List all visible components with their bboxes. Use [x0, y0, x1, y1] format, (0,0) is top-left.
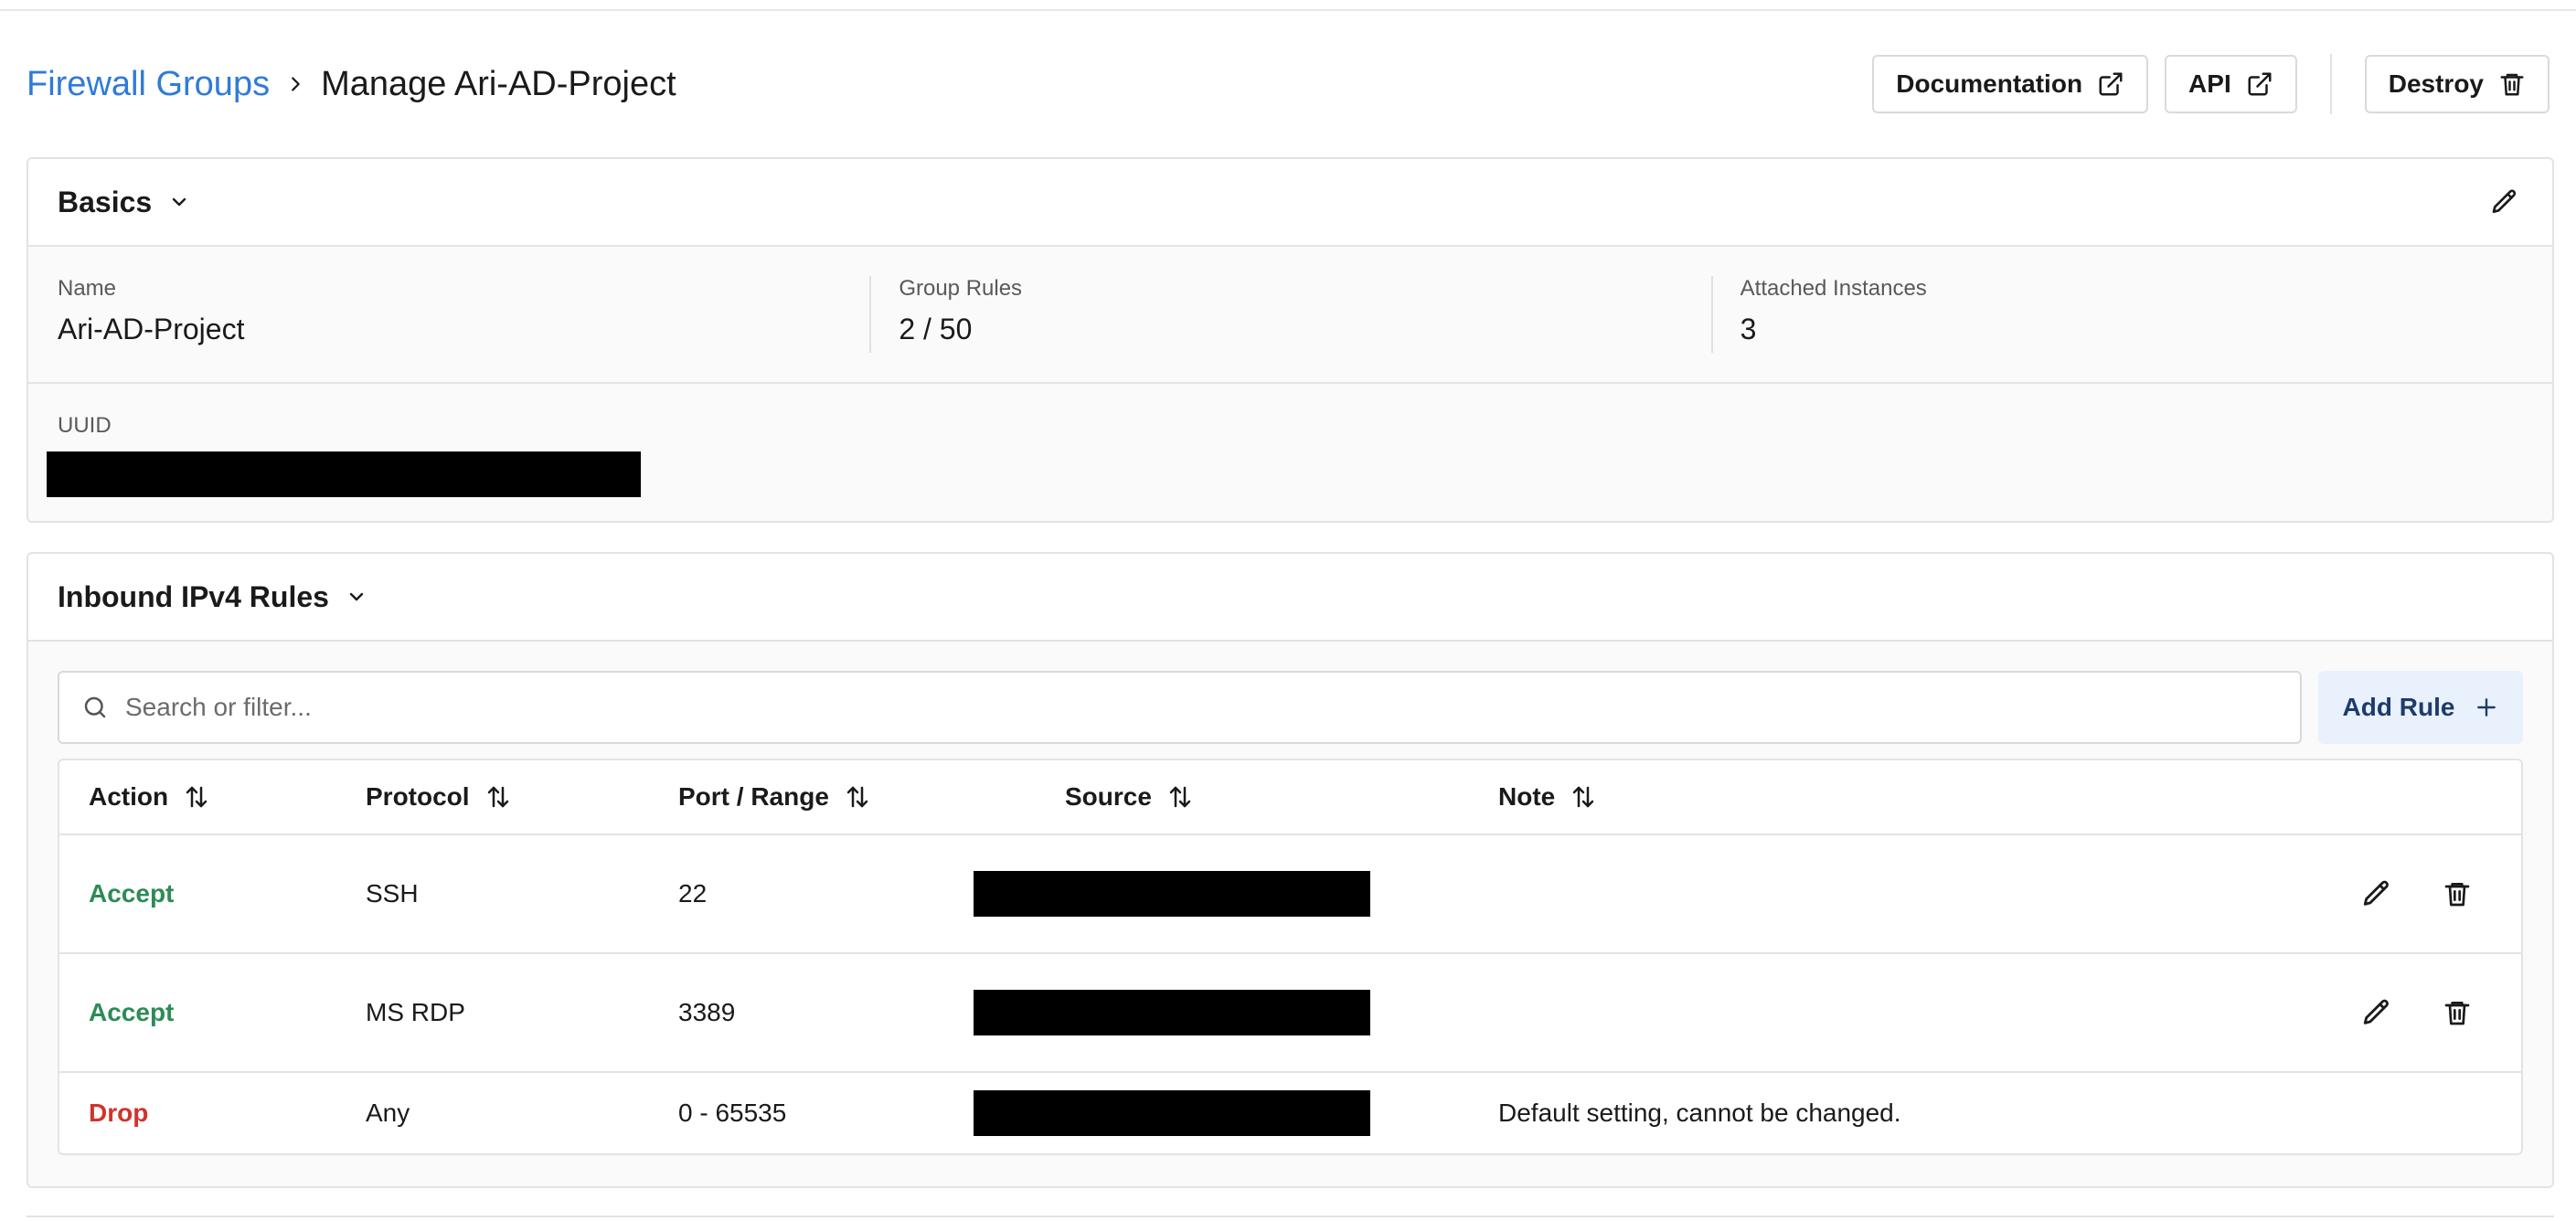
chevron-down-icon — [168, 191, 190, 213]
edit-rule-button[interactable] — [2358, 994, 2395, 1031]
chevron-right-icon — [282, 71, 308, 97]
pencil-icon — [2361, 878, 2392, 909]
api-button[interactable]: API — [2165, 55, 2297, 113]
rule-note: Default setting, cannot be changed. — [1498, 1099, 1901, 1127]
trash-icon — [2443, 998, 2472, 1027]
trash-icon — [2443, 879, 2472, 908]
inbound-rules-body: Add Rule Action Protocol Port / Range — [28, 642, 2552, 1186]
rule-port: 22 — [678, 879, 708, 908]
destroy-button-label: Destroy — [2388, 69, 2484, 98]
basics-toggle[interactable]: Basics — [58, 186, 190, 219]
column-header-action[interactable]: Action — [89, 782, 210, 812]
trash-icon — [2498, 70, 2526, 98]
sort-arrows-icon — [183, 783, 210, 811]
header-actions-divider — [2329, 54, 2332, 114]
sort-arrows-icon — [844, 783, 871, 811]
rule-action: Drop — [89, 1099, 149, 1127]
field-attached-instances: Attached Instances 3 — [1710, 247, 2552, 382]
inbound-rules-title: Inbound IPv4 Rules — [58, 579, 329, 613]
column-header-label: Action — [89, 782, 169, 811]
edit-rule-button[interactable] — [2358, 876, 2395, 912]
header-actions: Documentation API Destroy — [1872, 54, 2549, 114]
api-button-label: API — [2188, 69, 2231, 98]
rule-source-redacted — [974, 1090, 1370, 1136]
rule-source-redacted — [974, 990, 1370, 1035]
documentation-button-label: Documentation — [1896, 69, 2083, 98]
field-label: Name — [58, 276, 117, 301]
field-label: UUID — [58, 413, 112, 438]
table-row: Accept SSH 22 — [59, 835, 2521, 954]
rule-action: Accept — [89, 998, 175, 1026]
column-header-label: Source — [1065, 782, 1152, 811]
sort-arrows-icon — [1570, 783, 1597, 811]
inbound-rules-toggle[interactable]: Inbound IPv4 Rules — [58, 580, 367, 614]
field-label: Attached Instances — [1740, 276, 1927, 301]
plus-icon — [2475, 695, 2498, 719]
table-header: Action Protocol Port / Range Source Note — [59, 760, 2521, 835]
page-title: Manage Ari-AD-Project — [321, 64, 676, 103]
field-group-rules: Group Rules 2 / 50 — [869, 247, 1710, 382]
field-uuid: UUID — [28, 384, 2552, 521]
column-header-port-range[interactable]: Port / Range — [678, 782, 871, 812]
add-rule-button[interactable]: Add Rule — [2318, 671, 2523, 744]
pencil-icon — [2361, 997, 2392, 1028]
pencil-icon — [2490, 187, 2519, 217]
column-header-protocol[interactable]: Protocol — [366, 782, 512, 812]
rule-action: Accept — [89, 879, 175, 908]
search-input[interactable] — [125, 693, 2278, 722]
rule-port: 0 - 65535 — [678, 1099, 787, 1127]
uuid-redacted — [47, 451, 641, 497]
field-value: 3 — [1740, 313, 1757, 345]
sort-arrows-icon — [1166, 783, 1194, 811]
rule-port: 3389 — [678, 998, 736, 1026]
rule-protocol: Any — [366, 1099, 410, 1127]
delete-rule-button[interactable] — [2439, 876, 2475, 912]
chevron-down-icon — [346, 586, 367, 608]
external-link-icon — [2097, 70, 2124, 98]
add-rule-label: Add Rule — [2342, 693, 2455, 721]
field-name: Name Ari-AD-Project — [28, 247, 869, 382]
inbound-rules-header: Inbound IPv4 Rules — [28, 554, 2552, 642]
breadcrumb-firewall-groups-link[interactable]: Firewall Groups — [27, 65, 270, 104]
table-row: Accept MS RDP 3389 — [59, 954, 2521, 1073]
basics-title: Basics — [58, 185, 153, 218]
rule-source-redacted — [974, 871, 1370, 917]
documentation-button[interactable]: Documentation — [1872, 55, 2149, 113]
table-row: Drop Any 0 - 65535 Default setting, cann… — [59, 1073, 2521, 1153]
row-actions — [2358, 876, 2475, 912]
column-header-note[interactable]: Note — [1498, 782, 1597, 812]
delete-rule-button[interactable] — [2439, 994, 2475, 1031]
basics-card-header: Basics — [28, 159, 2552, 247]
search-row: Add Rule — [58, 671, 2523, 744]
page-header: Firewall Groups Manage Ari-AD-Project Do… — [27, 51, 2549, 117]
inbound-rules-card: Inbound IPv4 Rules Add Rule — [27, 552, 2554, 1188]
column-header-label: Note — [1498, 782, 1556, 811]
edit-basics-button[interactable] — [2486, 184, 2523, 220]
column-header-label: Port / Range — [678, 782, 829, 811]
field-value: 2 / 50 — [899, 313, 973, 345]
rules-table: Action Protocol Port / Range Source Note — [58, 759, 2523, 1155]
destroy-button[interactable]: Destroy — [2364, 55, 2549, 113]
basics-fields: Name Ari-AD-Project Group Rules 2 / 50 A… — [28, 247, 2552, 384]
field-value: Ari-AD-Project — [58, 313, 245, 345]
external-link-icon — [2246, 70, 2273, 98]
rule-protocol: SSH — [366, 879, 419, 908]
field-label: Group Rules — [899, 276, 1023, 301]
sort-arrows-icon — [484, 783, 512, 811]
breadcrumb: Firewall Groups Manage Ari-AD-Project — [27, 65, 676, 104]
next-card-edge — [27, 1216, 2554, 1221]
search-icon — [81, 694, 109, 721]
top-divider — [0, 9, 2576, 11]
column-header-label: Protocol — [366, 782, 470, 811]
column-header-source[interactable]: Source — [1065, 782, 1194, 812]
row-actions — [2358, 994, 2475, 1031]
rule-protocol: MS RDP — [366, 998, 465, 1026]
basics-card: Basics Name Ari-AD-Project Group Rules 2… — [27, 157, 2554, 523]
search-box — [58, 671, 2302, 744]
